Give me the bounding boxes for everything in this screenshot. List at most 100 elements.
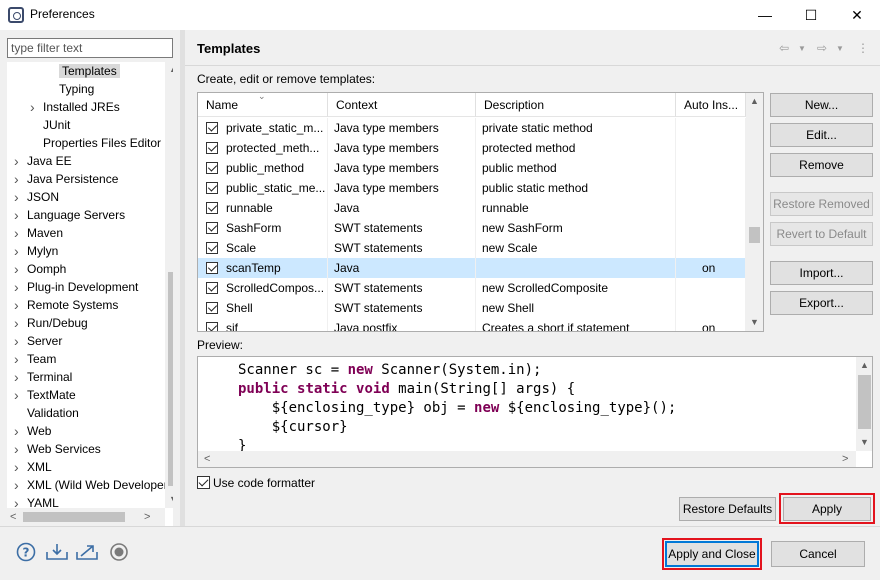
- tree-item[interactable]: › TextMate: [14, 386, 76, 404]
- export-button[interactable]: Export...: [770, 291, 873, 315]
- tree-scroll-thumb[interactable]: [168, 272, 173, 486]
- tree-expand-chevron-icon[interactable]: ›: [14, 278, 24, 296]
- tree-item[interactable]: › Web Services: [14, 440, 101, 458]
- tree-hscroll-thumb[interactable]: [23, 512, 125, 522]
- row-checkbox[interactable]: [206, 262, 218, 274]
- tree-item[interactable]: › Server: [14, 332, 62, 350]
- close-button[interactable]: ✕: [834, 0, 880, 30]
- scroll-up-icon[interactable]: ▲: [750, 96, 759, 106]
- row-checkbox[interactable]: [206, 242, 218, 254]
- view-menu-icon[interactable]: ⋮: [857, 41, 869, 55]
- table-row[interactable]: runnable Java runnable: [198, 198, 746, 218]
- scroll-left-icon[interactable]: <: [10, 511, 16, 523]
- new-template-button[interactable]: New...: [770, 93, 873, 117]
- table-row[interactable]: SashForm SWT statements new SashForm: [198, 218, 746, 238]
- apply-and-close-button[interactable]: Apply and Close: [665, 541, 759, 567]
- tree-item[interactable]: Validation: [27, 404, 79, 422]
- tree-expand-chevron-icon[interactable]: ›: [14, 170, 24, 188]
- forward-arrow-icon[interactable]: ⇨: [817, 41, 827, 55]
- row-checkbox[interactable]: [206, 282, 218, 294]
- tree-item[interactable]: › Terminal: [14, 368, 72, 386]
- scroll-down-icon[interactable]: ▼: [750, 317, 759, 327]
- tree-item[interactable]: › Run/Debug: [14, 314, 88, 332]
- tree-item[interactable]: › Maven: [14, 224, 63, 242]
- tree-item[interactable]: › Oomph: [14, 260, 66, 278]
- tree-item[interactable]: › Team: [14, 350, 56, 368]
- tree-item[interactable]: › Installed JREs: [30, 98, 120, 116]
- column-header-description[interactable]: Description: [476, 93, 676, 117]
- panel-splitter[interactable]: [180, 30, 185, 526]
- scroll-right-icon[interactable]: >: [842, 453, 848, 465]
- table-row[interactable]: ScrolledCompos... SWT statements new Scrol…: [198, 278, 746, 298]
- table-row[interactable]: protected_meth... Java type members protec…: [198, 138, 746, 158]
- scroll-up-icon[interactable]: ▲: [860, 360, 869, 370]
- column-header-auto-insert[interactable]: Auto Ins...: [676, 93, 746, 117]
- remove-template-button[interactable]: Remove: [770, 153, 873, 177]
- tree-item[interactable]: › Plug-in Development: [14, 278, 138, 296]
- tree-expand-chevron-icon[interactable]: ›: [14, 314, 24, 332]
- column-header-name[interactable]: ⌄ Name: [198, 93, 328, 117]
- cancel-button[interactable]: Cancel: [771, 541, 865, 567]
- forward-menu-chevron-icon[interactable]: ▼: [836, 44, 844, 53]
- filter-input[interactable]: [7, 38, 173, 58]
- preview-vertical-scrollbar[interactable]: ▲ ▼: [856, 357, 872, 451]
- restore-removed-button[interactable]: Restore Removed: [770, 192, 873, 216]
- preview-horizontal-scrollbar[interactable]: < >: [198, 451, 856, 467]
- tree-item[interactable]: Properties Files Editor: [43, 134, 161, 152]
- tree-item[interactable]: › XML (Wild Web Developer): [14, 476, 172, 494]
- tree-item[interactable]: › Java EE: [14, 152, 72, 170]
- maximize-button[interactable]: ☐: [788, 0, 834, 30]
- table-row[interactable]: private_static_m... Java type members priv…: [198, 118, 746, 138]
- row-checkbox[interactable]: [206, 122, 218, 134]
- table-vertical-scrollbar[interactable]: ▲ ▼: [746, 93, 763, 331]
- tree-expand-chevron-icon[interactable]: ›: [14, 260, 24, 278]
- tree-expand-chevron-icon[interactable]: ›: [14, 422, 24, 440]
- tree-item[interactable]: › Web: [14, 422, 51, 440]
- tree-expand-chevron-icon[interactable]: ›: [14, 440, 24, 458]
- apply-button[interactable]: Apply: [783, 497, 871, 521]
- minimize-button[interactable]: —: [742, 0, 788, 30]
- row-checkbox[interactable]: [206, 162, 218, 174]
- preview-pane[interactable]: Scanner sc = new Scanner(System.in); publ…: [197, 356, 873, 468]
- tree-item[interactable]: JUnit: [43, 116, 70, 134]
- tree-expand-chevron-icon[interactable]: ›: [14, 332, 24, 350]
- table-row[interactable]: Shell SWT statements new Shell: [198, 298, 746, 318]
- help-icon[interactable]: ?: [16, 542, 36, 562]
- tree-item[interactable]: › Java Persistence: [14, 170, 118, 188]
- tree-item[interactable]: › JSON: [14, 188, 59, 206]
- back-menu-chevron-icon[interactable]: ▼: [798, 44, 806, 53]
- tree-item[interactable]: › XML: [14, 458, 52, 476]
- tree-vertical-scrollbar[interactable]: ▲ ▼: [165, 62, 173, 508]
- back-arrow-icon[interactable]: ⇦: [779, 41, 789, 55]
- tree-expand-chevron-icon[interactable]: ›: [14, 386, 24, 404]
- tree-expand-chevron-icon[interactable]: ›: [14, 458, 24, 476]
- row-checkbox[interactable]: [206, 202, 218, 214]
- table-row[interactable]: scanTemp Java on: [198, 258, 746, 278]
- import-button[interactable]: Import...: [770, 261, 873, 285]
- tree-item[interactable]: › Language Servers: [14, 206, 125, 224]
- tree-horizontal-scrollbar[interactable]: < >: [7, 508, 165, 526]
- table-row[interactable]: sif Java postfix Creates a short if statem…: [198, 318, 746, 331]
- tree-expand-chevron-icon[interactable]: ›: [30, 98, 40, 116]
- edit-template-button[interactable]: Edit...: [770, 123, 873, 147]
- export-preferences-icon[interactable]: [75, 542, 99, 562]
- tree-item[interactable]: › Mylyn: [14, 242, 58, 260]
- row-checkbox[interactable]: [206, 222, 218, 234]
- tree-expand-chevron-icon[interactable]: ›: [14, 152, 24, 170]
- row-checkbox[interactable]: [206, 182, 218, 194]
- row-checkbox[interactable]: [206, 302, 218, 314]
- scroll-left-icon[interactable]: <: [204, 453, 210, 465]
- tree-expand-chevron-icon[interactable]: ›: [14, 188, 24, 206]
- table-row[interactable]: Scale SWT statements new Scale: [198, 238, 746, 258]
- tree-expand-chevron-icon[interactable]: ›: [14, 476, 24, 494]
- tree-expand-chevron-icon[interactable]: ›: [14, 368, 24, 386]
- table-row[interactable]: public_method Java type members public met…: [198, 158, 746, 178]
- table-row[interactable]: public_static_me... Java type members publ…: [198, 178, 746, 198]
- checkbox-checked-icon[interactable]: [197, 476, 210, 489]
- scroll-up-icon[interactable]: ▲: [169, 64, 173, 74]
- import-preferences-icon[interactable]: [45, 542, 69, 562]
- scroll-down-icon[interactable]: ▼: [860, 437, 869, 447]
- restore-defaults-button[interactable]: Restore Defaults: [679, 497, 776, 521]
- tree-expand-chevron-icon[interactable]: ›: [14, 350, 24, 368]
- tree-item[interactable]: Templates: [59, 62, 120, 80]
